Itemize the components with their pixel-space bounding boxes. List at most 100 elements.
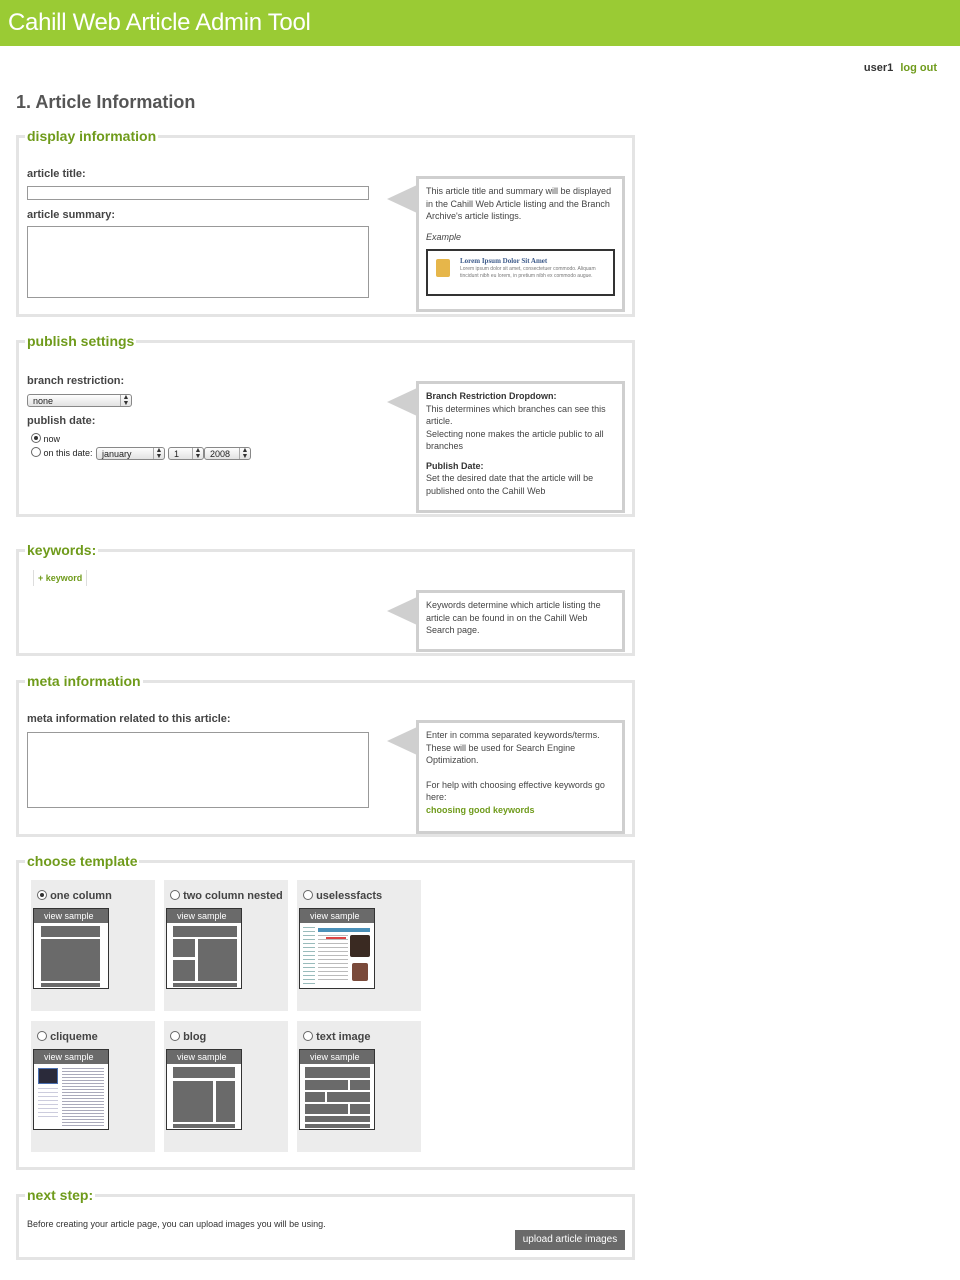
example-label: Example xyxy=(426,231,462,242)
upload-images-button[interactable]: upload article images xyxy=(515,1230,625,1250)
section-legend: choose template xyxy=(27,853,138,869)
meta-information-section: meta information meta information relate… xyxy=(16,673,635,837)
year-select[interactable]: 2008 ▲ ▼ xyxy=(204,447,251,460)
section-legend: keywords: xyxy=(27,542,97,558)
next-step-section: next step: Before creating your article … xyxy=(16,1187,635,1260)
select-arrow-icon: ▲ ▼ xyxy=(153,447,164,460)
branch-restriction-select[interactable]: none ▲ ▼ xyxy=(27,394,132,407)
help-pointer-icon xyxy=(387,388,417,416)
page-title: 1. Article Information xyxy=(16,92,196,112)
template-card-blog[interactable]: blog view sample xyxy=(164,1021,288,1152)
user-bar: user1 log out xyxy=(864,62,937,74)
layout-block xyxy=(198,939,237,981)
layout-block xyxy=(305,1080,348,1090)
logout-link[interactable]: log out xyxy=(900,62,937,74)
day-select[interactable]: 1 ▲ ▼ xyxy=(168,447,204,460)
help-link-paragraph: choosing good keywords xyxy=(426,804,615,817)
layout-block xyxy=(41,926,100,937)
template-card-one-column[interactable]: one column view sample xyxy=(31,880,155,1011)
article-icon xyxy=(436,259,450,277)
choosing-keywords-link[interactable]: choosing good keywords xyxy=(426,805,535,815)
example-body: Lorem ipsum dolor sit amet, consectetuer… xyxy=(460,266,596,279)
branch-restriction-label: branch restriction: xyxy=(27,375,125,387)
template-thumbnail[interactable]: view sample xyxy=(33,908,109,989)
preview-text xyxy=(318,935,348,983)
template-radio[interactable] xyxy=(303,1031,313,1041)
template-thumbnail[interactable]: view sample xyxy=(166,1049,242,1130)
preview-accent xyxy=(326,937,346,939)
template-option[interactable]: text image xyxy=(303,1031,370,1043)
preview-photo xyxy=(350,935,370,957)
display-help-box: This article title and summary will be d… xyxy=(387,176,625,312)
help-pointer-icon xyxy=(387,727,417,755)
template-radio[interactable] xyxy=(303,890,313,900)
help-text: This article title and summary will be d… xyxy=(426,186,612,221)
section-legend: display information xyxy=(27,128,157,144)
layout-block xyxy=(327,1092,370,1102)
help-text-2: For help with choosing effective keyword… xyxy=(426,779,605,803)
article-title-label: article title: xyxy=(27,168,86,180)
template-option[interactable]: cliqueme xyxy=(37,1031,98,1043)
layout-block xyxy=(350,1104,370,1114)
meta-information-textarea[interactable] xyxy=(27,732,369,808)
radio-now[interactable] xyxy=(31,433,41,443)
publish-now-option[interactable]: now xyxy=(31,433,60,444)
template-option[interactable]: two column nested xyxy=(170,890,283,902)
view-sample-button[interactable]: view sample xyxy=(300,909,374,923)
view-sample-button[interactable]: view sample xyxy=(34,1050,108,1064)
layout-block xyxy=(305,1124,370,1128)
month-select[interactable]: january ▲ ▼ xyxy=(96,447,165,460)
next-step-text: Before creating your article page, you c… xyxy=(27,1219,326,1229)
choose-template-section: choose template one column view sample t… xyxy=(16,853,635,1170)
radio-now-label: now xyxy=(43,434,61,444)
help-text-1: Enter in comma separated keywords/terms.… xyxy=(426,730,600,765)
publish-help-box: Branch Restriction Dropdown: This determ… xyxy=(387,381,625,513)
select-value: none xyxy=(33,396,54,406)
template-name: text image xyxy=(316,1031,371,1043)
template-option[interactable]: blog xyxy=(170,1031,206,1043)
layout-block xyxy=(305,1067,370,1078)
display-information-section: display information article title: artic… xyxy=(16,128,635,317)
view-sample-button[interactable]: view sample xyxy=(34,909,108,923)
view-sample-button[interactable]: view sample xyxy=(300,1050,374,1064)
layout-block xyxy=(216,1081,235,1122)
publish-on-date-option[interactable]: on this date: xyxy=(31,447,93,458)
article-title-input[interactable] xyxy=(27,186,369,200)
help-title-branch: Branch Restriction Dropdown: xyxy=(426,391,557,401)
template-thumbnail[interactable]: view sample xyxy=(299,908,375,989)
view-sample-button[interactable]: view sample xyxy=(167,1050,241,1064)
template-card-cliqueme[interactable]: cliqueme view sample xyxy=(31,1021,155,1152)
help-text-branch-a: This determines which branches can see t… xyxy=(426,403,606,427)
select-arrow-icon: ▲ ▼ xyxy=(192,447,203,460)
article-summary-textarea[interactable] xyxy=(27,226,369,298)
layout-block xyxy=(350,1080,370,1090)
app-title: Cahill Web Article Admin Tool xyxy=(8,9,311,36)
template-radio[interactable] xyxy=(37,890,47,900)
radio-on-date[interactable] xyxy=(31,447,41,457)
layout-block xyxy=(41,983,100,987)
template-option[interactable]: one column xyxy=(37,890,112,902)
template-option[interactable]: uselessfacts xyxy=(303,890,382,902)
layout-block xyxy=(173,983,237,987)
template-thumbnail[interactable]: view sample xyxy=(33,1049,109,1130)
template-thumbnail[interactable]: view sample xyxy=(166,908,242,989)
template-radio[interactable] xyxy=(170,890,180,900)
template-card-text-image[interactable]: text image view sample xyxy=(297,1021,421,1152)
template-radio[interactable] xyxy=(170,1031,180,1041)
layout-block xyxy=(173,1067,235,1078)
select-value: 1 xyxy=(174,449,180,459)
template-thumbnail[interactable]: view sample xyxy=(299,1049,375,1130)
preview-sidebar xyxy=(303,927,315,985)
publish-settings-section: publish settings branch restriction: non… xyxy=(16,333,635,517)
layout-block xyxy=(173,1124,235,1128)
layout-block xyxy=(173,926,237,937)
template-name: cliqueme xyxy=(50,1031,98,1043)
select-value: january xyxy=(102,449,132,459)
template-radio[interactable] xyxy=(37,1031,47,1041)
layout-block xyxy=(305,1116,370,1122)
add-keyword-button[interactable]: + keyword xyxy=(33,570,88,586)
template-card-two-column-nested[interactable]: two column nested view sample xyxy=(164,880,288,1011)
layout-block xyxy=(173,1081,213,1122)
template-card-uselessfacts[interactable]: uselessfacts view sample xyxy=(297,880,421,1011)
view-sample-button[interactable]: view sample xyxy=(167,909,241,923)
